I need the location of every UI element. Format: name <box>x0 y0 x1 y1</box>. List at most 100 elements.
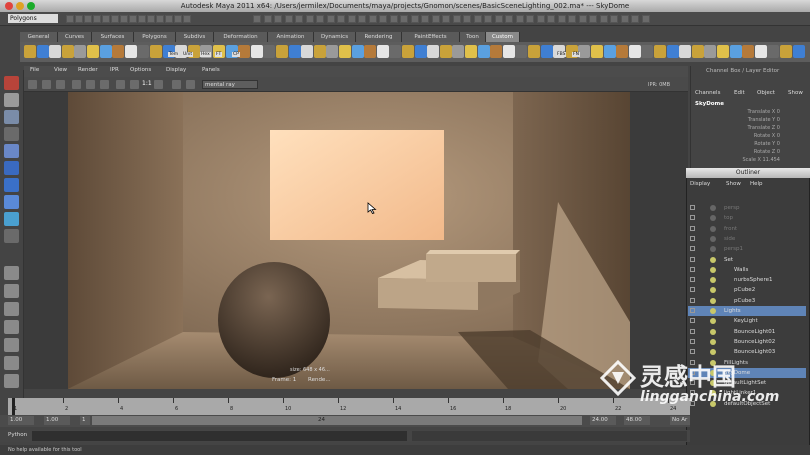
zoom-icon[interactable] <box>27 2 35 10</box>
status-tool-icon[interactable] <box>484 15 492 23</box>
render-toolbar-icon[interactable] <box>72 80 81 89</box>
status-tool-icon[interactable] <box>129 15 137 23</box>
outliner-menu-help[interactable]: Help <box>750 181 763 187</box>
shelf-button[interactable] <box>150 45 162 58</box>
render-toolbar-icon[interactable] <box>86 80 95 89</box>
menu-set-dropdown[interactable]: Polygons <box>8 14 58 23</box>
status-tool-icon[interactable] <box>557 15 566 23</box>
status-tool-icon[interactable] <box>641 15 650 23</box>
status-tool-icon[interactable] <box>337 15 345 23</box>
shelf-button[interactable] <box>578 45 591 58</box>
shelf-tab-dynamics[interactable]: Dynamics <box>314 32 356 42</box>
expand-icon[interactable] <box>690 328 695 334</box>
expand-icon[interactable] <box>690 266 695 272</box>
shelf-button[interactable] <box>477 45 490 58</box>
shelf-button[interactable] <box>124 45 137 58</box>
status-tool-icon[interactable] <box>368 15 377 23</box>
outliner-row[interactable]: BounceLight02 <box>688 337 806 347</box>
status-tool-icon[interactable] <box>305 15 314 23</box>
status-tool-icon[interactable] <box>589 15 597 23</box>
status-tool-icon[interactable] <box>515 15 524 23</box>
shelf-button[interactable] <box>313 45 326 58</box>
expand-icon[interactable] <box>690 287 695 293</box>
expand-icon[interactable] <box>690 349 695 355</box>
shelf-button[interactable] <box>641 45 654 58</box>
outliner-row[interactable]: nurbsSphere1 <box>688 275 806 285</box>
status-tool-icon[interactable] <box>138 15 146 23</box>
tool-icon[interactable] <box>4 178 19 192</box>
layout-icon[interactable] <box>4 338 19 352</box>
status-tool-icon[interactable] <box>111 15 119 23</box>
status-tool-icon[interactable] <box>631 15 639 23</box>
expand-icon[interactable] <box>690 338 695 344</box>
shelf-button[interactable] <box>99 45 112 58</box>
tool-icon[interactable] <box>4 110 19 124</box>
outliner-row[interactable]: persp1 <box>688 244 806 254</box>
outliner-row[interactable]: top <box>688 213 806 223</box>
shelf-button[interactable] <box>515 45 528 58</box>
status-tool-icon[interactable] <box>120 15 128 23</box>
shelf-tab-subdivs[interactable]: Subdivs <box>176 32 214 42</box>
shelf-tab-rendering[interactable]: Rendering <box>356 32 402 42</box>
layout-icon[interactable] <box>4 284 19 298</box>
outliner-title[interactable]: Outliner <box>686 168 810 178</box>
panel-menu-render[interactable]: Render <box>78 67 98 73</box>
channel-box-menu-edit[interactable]: Edit <box>734 90 745 96</box>
panel-menu-options[interactable]: Options <box>130 67 151 73</box>
status-tool-icon[interactable] <box>156 15 164 23</box>
status-tool-icon[interactable] <box>442 15 450 23</box>
outliner-row[interactable]: front <box>688 224 806 234</box>
status-tool-icon[interactable] <box>410 15 419 23</box>
shelf-button[interactable] <box>754 45 767 58</box>
current-frame-field[interactable]: 1 <box>80 416 90 425</box>
expand-icon[interactable] <box>690 205 695 210</box>
shelf-button[interactable] <box>87 45 99 58</box>
channel-attribute[interactable]: Translate X 0 <box>700 109 781 115</box>
shelf-button[interactable] <box>402 45 414 58</box>
shelf-button[interactable] <box>339 45 351 58</box>
render-toolbar-icon[interactable] <box>56 80 65 89</box>
panel-menu-panels[interactable]: Panels <box>202 67 220 73</box>
status-tool-icon[interactable] <box>66 15 74 23</box>
time-slider[interactable]: 1 2 4 6 8 10 12 14 16 18 20 22 24 <box>8 398 690 415</box>
channel-attribute[interactable]: Translate Y 0 <box>700 117 780 123</box>
range-start-field-2[interactable]: 1.00 <box>44 416 70 425</box>
shelf-button[interactable] <box>288 45 301 58</box>
shelf-button[interactable] <box>439 45 452 58</box>
shelf-button[interactable] <box>389 45 402 58</box>
status-tool-icon[interactable] <box>147 15 155 23</box>
status-tool-icon[interactable] <box>93 15 101 23</box>
channel-attribute[interactable]: Scale X 11.454 <box>700 157 780 163</box>
shelf-button[interactable] <box>74 45 87 58</box>
command-input[interactable] <box>32 431 407 441</box>
shelf-button[interactable] <box>502 45 515 58</box>
channel-attribute[interactable]: Rotate X 0 <box>700 133 780 139</box>
shelf-button[interactable] <box>49 45 62 58</box>
shelf-tab-custom[interactable]: Custom <box>486 32 520 42</box>
shelf-button[interactable] <box>540 45 553 58</box>
channel-box-menu-show[interactable]: Show <box>788 90 803 96</box>
shelf-button[interactable] <box>61 45 74 58</box>
render-toolbar-icon[interactable] <box>116 80 125 89</box>
outliner-menu-display[interactable]: Display <box>690 181 710 187</box>
layout-icon[interactable] <box>4 320 19 334</box>
tool-icon[interactable] <box>4 161 19 175</box>
shelf-button[interactable] <box>792 45 805 58</box>
shelf-button[interactable] <box>742 45 755 58</box>
render-toolbar-icon[interactable] <box>42 80 51 89</box>
status-tool-icon[interactable] <box>568 15 576 23</box>
status-tool-icon[interactable] <box>494 15 503 23</box>
tool-icon[interactable] <box>4 76 19 90</box>
status-tool-icon[interactable] <box>75 15 83 23</box>
shelf-button[interactable] <box>679 45 692 58</box>
shelf-button[interactable] <box>490 45 503 58</box>
outliner-row[interactable]: pCube3 <box>688 296 806 306</box>
tool-icon[interactable] <box>4 212 19 226</box>
status-tool-icon[interactable] <box>578 15 587 23</box>
expand-icon[interactable] <box>690 318 695 324</box>
range-start-field[interactable]: 1.00 <box>8 416 34 425</box>
shelf-tab-surfaces[interactable]: Surfaces <box>92 32 134 42</box>
outliner-row[interactable]: persp <box>688 203 806 213</box>
range-bar[interactable]: 24 <box>92 416 582 425</box>
panel-menu-ipr[interactable]: IPR <box>110 67 119 73</box>
